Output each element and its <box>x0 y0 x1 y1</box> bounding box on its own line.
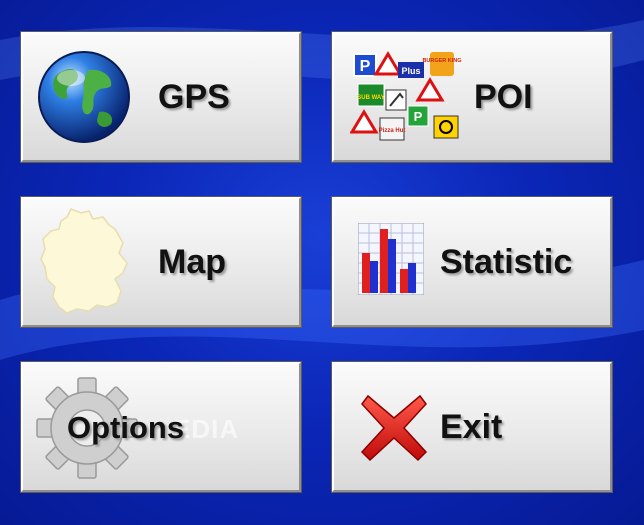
poi-label: POI <box>474 78 533 116</box>
poi-subway-text: SUB WAY <box>357 95 384 101</box>
poi-parking-text: P <box>360 58 371 75</box>
options-label: Options <box>67 410 185 445</box>
map-button[interactable]: Map <box>21 197 301 327</box>
options-button[interactable]: EDIA Options <box>21 362 301 492</box>
poi-plus-text: Plus <box>401 66 420 76</box>
exit-label: Exit <box>440 408 503 446</box>
globe-icon <box>38 51 130 143</box>
red-x-icon <box>360 394 428 462</box>
svg-text:P: P <box>414 109 423 124</box>
bar-chart-icon <box>358 223 424 295</box>
germany-map-icon <box>40 208 128 314</box>
poi-pizza-hut-text: Pizza Hut <box>379 128 406 134</box>
map-label: Map <box>158 243 226 281</box>
gps-button[interactable]: GPS <box>21 32 301 162</box>
statistic-label: Statistic <box>440 243 573 281</box>
poi-burger-king-text: BURGER KING <box>422 58 461 64</box>
poi-button[interactable]: P Plus BURGER KING SUB WAY P Pizza Hut P… <box>332 32 612 162</box>
poi-signs-icon: P Plus BURGER KING SUB WAY P Pizza Hut <box>350 51 462 141</box>
gps-label: GPS <box>158 78 230 116</box>
exit-button[interactable]: Exit <box>332 362 612 492</box>
statistic-button[interactable]: Statistic <box>332 197 612 327</box>
